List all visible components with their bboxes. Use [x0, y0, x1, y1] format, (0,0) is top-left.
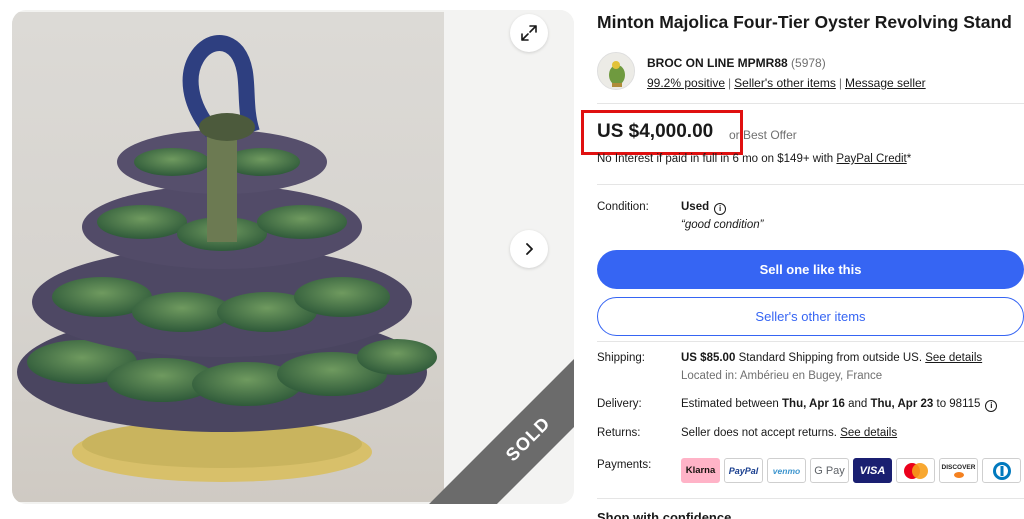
condition-text: Used	[681, 201, 710, 213]
link-separator: |	[728, 76, 732, 90]
seller-avatar[interactable]	[597, 52, 635, 90]
delivery-value: Estimated between Thu, Apr 16 and Thu, A…	[681, 398, 998, 412]
delivery-zip: to 98115	[936, 398, 981, 410]
seller-feedback-count: (5978)	[791, 56, 826, 70]
condition-note: “good condition”	[681, 219, 764, 231]
expand-image-button[interactable]	[510, 14, 548, 52]
venmo-icon: venmo	[767, 458, 806, 483]
sell-one-like-this-button[interactable]: Sell one like this	[597, 250, 1024, 289]
shipping-method: Standard Shipping from outside US.	[738, 352, 923, 364]
seller-card: BROC ON LINE MPMR88 (5978) 99.2% positiv…	[597, 52, 1024, 94]
message-seller-link[interactable]: Message seller	[845, 76, 926, 90]
expand-icon	[521, 25, 537, 41]
payments-label: Payments:	[597, 459, 652, 471]
delivery-start: Thu, Apr 16	[782, 398, 845, 410]
visa-icon: VISA	[853, 458, 892, 483]
oyster-stand-image	[17, 35, 437, 482]
next-image-button[interactable]	[510, 230, 548, 268]
shipping-value: US $85.00 Standard Shipping from outside…	[681, 352, 982, 364]
diners-club-icon	[982, 458, 1021, 483]
divider	[597, 341, 1024, 342]
returns-text: Seller does not accept returns.	[681, 427, 837, 439]
mastercard-icon	[896, 458, 935, 483]
condition-label: Condition:	[597, 201, 649, 213]
info-icon[interactable]: i	[985, 400, 998, 412]
shipping-cost: US $85.00	[681, 352, 736, 364]
best-offer-label: or Best Offer	[729, 128, 797, 142]
discover-text: DISCOVER	[941, 463, 976, 471]
paypal-credit-link[interactable]: PayPal Credit	[836, 153, 906, 165]
info-icon[interactable]: i	[714, 203, 727, 215]
credit-offer: No Interest if paid in full in 6 mo on $…	[597, 153, 911, 165]
delivery-prefix: Estimated between	[681, 398, 779, 410]
divider	[597, 184, 1024, 185]
chevron-right-icon	[526, 243, 533, 255]
item-location: Located in: Ambérieu en Bugey, France	[681, 370, 883, 382]
paypal-icon: PayPal	[724, 458, 763, 483]
seller-name[interactable]: BROC ON LINE MPMR88 (5978)	[647, 56, 826, 70]
sellers-other-items-button[interactable]: Seller's other items	[597, 297, 1024, 336]
returns-value: Seller does not accept returns. See deta…	[681, 427, 897, 439]
divider	[597, 498, 1024, 499]
image-gallery: SOLD	[12, 10, 574, 504]
delivery-label: Delivery:	[597, 398, 642, 410]
google-pay-icon: G Pay	[810, 458, 849, 483]
returns-details-link[interactable]: See details	[840, 427, 897, 439]
payment-methods: Klarna PayPal venmo G Pay VISA DISCOVER	[681, 458, 1021, 483]
listing-title: Minton Majolica Four-Tier Oyster Revolvi…	[597, 12, 1012, 32]
seller-positive-link[interactable]: 99.2% positive	[647, 76, 725, 90]
diners-club-logo	[992, 461, 1011, 480]
delivery-and: and	[848, 398, 868, 410]
returns-label: Returns:	[597, 427, 641, 439]
shipping-details-link[interactable]: See details	[925, 352, 982, 364]
divider	[597, 103, 1024, 104]
shop-with-confidence-heading: Shop with confidence	[597, 510, 732, 519]
condition-value: Used i	[681, 201, 727, 215]
credit-asterisk: *	[906, 153, 912, 165]
delivery-end: Thu, Apr 23	[870, 398, 934, 410]
shipping-label: Shipping:	[597, 352, 645, 364]
seller-logo-icon	[598, 53, 634, 89]
klarna-icon: Klarna	[681, 458, 720, 483]
discover-dot	[953, 471, 964, 478]
price: US $4,000.00	[597, 121, 714, 142]
seller-name-text[interactable]: BROC ON LINE MPMR88	[647, 56, 788, 70]
discover-icon: DISCOVER	[939, 458, 978, 483]
seller-other-items-link[interactable]: Seller's other items	[734, 76, 836, 90]
seller-links: 99.2% positive | Seller's other items | Mess…	[647, 76, 926, 90]
link-separator: |	[838, 76, 842, 90]
mastercard-logo	[903, 462, 928, 479]
main-product-photo[interactable]	[12, 12, 444, 502]
credit-text: No Interest if paid in full in 6 mo on $…	[597, 153, 834, 165]
